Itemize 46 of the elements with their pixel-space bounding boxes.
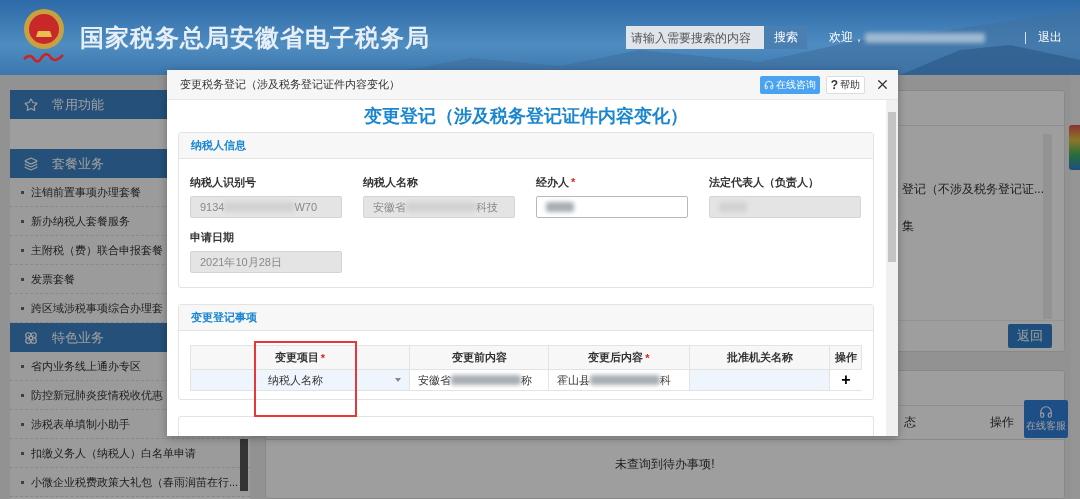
column-header: 变更后内容 * [549, 346, 690, 370]
column-header: 操作 [830, 346, 862, 370]
value-text: 霍山县 [557, 372, 590, 388]
value-text: 安徽省 [418, 372, 451, 388]
value-text: 安徽省 [373, 199, 406, 215]
welcome-text: 欢迎， [829, 29, 865, 46]
online-service-button[interactable]: 在线客服 [1024, 400, 1068, 438]
site-title: 国家税务总局安徽省电子税务局 [80, 22, 430, 53]
headset-icon [1039, 405, 1053, 419]
column-header: 操作 [990, 414, 1014, 431]
dialog-title: 变更税务登记（涉及税务登记证件内容变化） [180, 77, 400, 92]
blurred-block [546, 202, 574, 212]
column-header: 态 [904, 414, 916, 431]
flower-icon [24, 330, 38, 345]
headset-icon [763, 79, 774, 90]
empty-message: 未查询到待办事项! [614, 456, 716, 473]
list-item[interactable]: 登记（不涉及税务登记证... [902, 181, 1064, 198]
field-label: 经办人 * [536, 175, 577, 190]
side-widget[interactable] [1069, 125, 1080, 170]
help-button[interactable]: ? 帮助 [825, 75, 865, 94]
select-field[interactable]: 纳税人名称 [191, 370, 410, 390]
section-title: 特色业务 [52, 328, 104, 347]
value-text: 科 [660, 372, 671, 388]
form-heading: 变更登记（涉及税务登记证件内容变化） [363, 105, 689, 128]
value-text: 科技 [476, 199, 498, 215]
column-header: 批准机关名称 [690, 346, 830, 370]
scrollbar[interactable] [240, 439, 248, 491]
list-item[interactable]: 集 [902, 218, 1064, 235]
blurred-block [590, 375, 660, 385]
value-text: 称 [521, 372, 532, 388]
star-icon [24, 97, 38, 112]
value-text: W70 [294, 201, 318, 213]
column-header: 变更前内容 [410, 346, 549, 370]
layers-icon [24, 156, 38, 171]
section-title: 常用功能 [52, 95, 104, 114]
back-button[interactable]: 返回 [1008, 324, 1052, 348]
search-button[interactable]: 搜索 [764, 26, 807, 49]
close-button[interactable] [875, 77, 890, 92]
field-label: 法定代表人（负责人） [709, 175, 820, 190]
input-field[interactable] [536, 196, 688, 218]
field-label: 纳税人名称 [363, 175, 419, 190]
section-title: 套餐业务 [52, 154, 104, 173]
blurred-block [451, 375, 521, 385]
logout-link[interactable]: 退出 [1038, 29, 1062, 46]
search-field[interactable]: 请输入需要搜索的内容 [626, 26, 764, 49]
scrollbar[interactable] [886, 100, 898, 436]
